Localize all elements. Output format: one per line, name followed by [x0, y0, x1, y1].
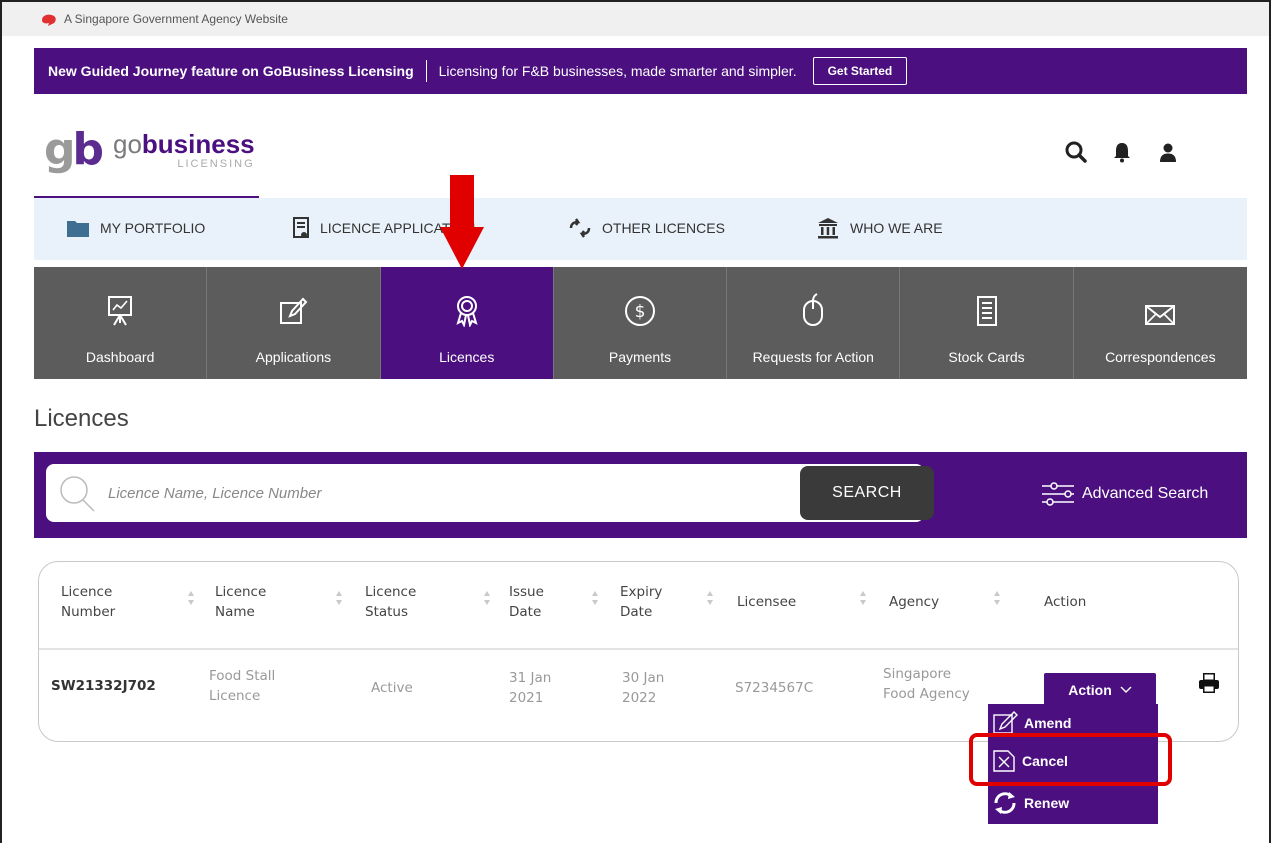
cell-licensee: S7234567C [735, 680, 814, 696]
advanced-search-label: Advanced Search [1082, 485, 1209, 502]
section-tiles: Dashboard Applications Licences $ Paymen… [34, 267, 1247, 379]
edit-icon [280, 297, 308, 324]
tile-licences-label: Licences [439, 349, 495, 365]
search-icon [60, 476, 95, 512]
print-icon[interactable] [1198, 672, 1220, 694]
nav-other-licences-label: OTHER LICENCES [602, 220, 725, 236]
svg-text:$: $ [635, 302, 646, 322]
action-dropdown-button[interactable]: Action [1044, 673, 1156, 707]
transfer-icon [569, 218, 591, 238]
cell-expiry-date: 30 Jan 2022 [622, 670, 665, 706]
dollar-icon: $ [624, 296, 655, 326]
logo-brand-prefix: go [113, 128, 142, 159]
tile-licences[interactable]: Licences [380, 267, 554, 379]
sort-icon[interactable] [483, 590, 491, 606]
page-title: Licences [34, 405, 129, 432]
cell-licence-name: Food Stall Licence [209, 668, 276, 704]
cell-agency: Singapore Food Agency [883, 666, 970, 702]
get-started-button[interactable]: Get Started [812, 57, 908, 85]
tile-dashboard[interactable]: Dashboard [34, 267, 208, 379]
building-icon [818, 218, 838, 239]
mouse-icon [803, 293, 824, 326]
sort-icon[interactable] [187, 590, 195, 606]
header-action: Action [1044, 594, 1087, 610]
tile-correspondences-label: Correspondences [1105, 349, 1216, 365]
sort-icon[interactable] [706, 590, 714, 606]
sort-icon[interactable] [335, 590, 343, 606]
announcement-title: New Guided Journey feature on GoBusiness… [48, 63, 414, 79]
nav-who-we-are-label: WHO WE ARE [850, 220, 943, 236]
logo-subtitle: LICENSING [177, 157, 255, 170]
announcement-divider [425, 60, 427, 82]
cancel-highlight-annotation [969, 733, 1172, 786]
gov-banner: A Singapore Government Agency Website [2, 2, 1269, 36]
search-bar: SEARCH Advanced Search [34, 452, 1247, 538]
bell-icon[interactable] [1110, 140, 1134, 164]
announcement-message: Licensing for F&B businesses, made smart… [438, 63, 797, 79]
menu-item-renew[interactable]: Renew [992, 786, 1069, 820]
header-issue-date[interactable]: Issue Date [509, 582, 544, 622]
tile-dashboard-label: Dashboard [85, 349, 155, 365]
refresh-icon [994, 792, 1016, 814]
tile-applications[interactable]: Applications [207, 267, 381, 379]
header-icons [1064, 140, 1180, 164]
nav-other-licences[interactable]: OTHER LICENCES [568, 218, 725, 238]
sort-icon[interactable] [591, 590, 599, 606]
action-button-label: Action [1068, 682, 1112, 698]
cell-licence-number[interactable]: SW21332J702 [51, 676, 156, 696]
presentation-icon [108, 296, 133, 326]
award-icon [456, 296, 478, 327]
sort-icon[interactable] [859, 590, 867, 606]
tile-requests-for-action-label: Requests for Action [752, 349, 874, 365]
document-icon [293, 217, 309, 238]
header-agency[interactable]: Agency [889, 592, 939, 612]
logo-wordmark: gobusiness LICENSING [113, 131, 255, 170]
lion-head-icon [42, 14, 56, 26]
logo-brand-bold: business [141, 128, 255, 159]
nav-my-portfolio[interactable]: MY PORTFOLIO [66, 218, 205, 238]
tile-requests-for-action[interactable]: Requests for Action [727, 267, 901, 379]
tile-stock-cards-label: Stock Cards [948, 349, 1025, 365]
search-input[interactable] [108, 484, 748, 502]
menu-item-amend-label: Amend [1024, 715, 1072, 731]
tile-payments[interactable]: $ Payments [553, 267, 728, 379]
header-licensee[interactable]: Licensee [737, 592, 796, 612]
search-button[interactable]: SEARCH [800, 466, 934, 520]
chevron-down-icon [1120, 686, 1132, 693]
red-arrow-annotation [440, 175, 484, 269]
header-expiry-date[interactable]: Expiry Date [620, 582, 662, 622]
gb-logo-mark: gb [44, 124, 104, 175]
sort-icon[interactable] [993, 590, 1001, 606]
nav-who-we-are[interactable]: WHO WE ARE [816, 217, 943, 239]
menu-item-renew-label: Renew [1024, 795, 1070, 811]
cell-issue-date: 31 Jan 2021 [509, 670, 552, 706]
folder-icon [67, 221, 89, 237]
advanced-search-link[interactable]: Advanced Search [1040, 480, 1208, 508]
tile-payments-label: Payments [608, 349, 672, 365]
gov-banner-text: A Singapore Government Agency Website [64, 12, 288, 26]
user-icon[interactable] [1156, 140, 1180, 164]
tile-stock-cards[interactable]: Stock Cards [900, 267, 1074, 379]
nav-my-portfolio-label: MY PORTFOLIO [100, 220, 206, 236]
envelope-icon [1145, 305, 1176, 325]
tile-correspondences[interactable]: Correspondences [1073, 267, 1247, 379]
tile-applications-label: Applications [255, 349, 332, 365]
top-navigation: MY PORTFOLIO LICENCE APPLICATION OTHER L… [34, 198, 1247, 260]
header-licence-number[interactable]: Licence Number [61, 582, 115, 622]
gobusiness-logo[interactable]: gb gobusiness LICENSING [44, 128, 255, 172]
search-input-wrapper: SEARCH [46, 464, 934, 522]
table-header: Licence Number Licence Name Licence Status … [39, 562, 1238, 650]
header-licence-name[interactable]: Licence Name [215, 582, 266, 622]
clipboard-icon [976, 296, 997, 326]
search-icon[interactable] [1064, 140, 1088, 164]
announcement-bar: New Guided Journey feature on GoBusiness… [34, 48, 1247, 94]
header-licence-status[interactable]: Licence Status [365, 582, 416, 622]
sliders-icon [1042, 482, 1074, 506]
cell-status: Active [371, 680, 413, 696]
